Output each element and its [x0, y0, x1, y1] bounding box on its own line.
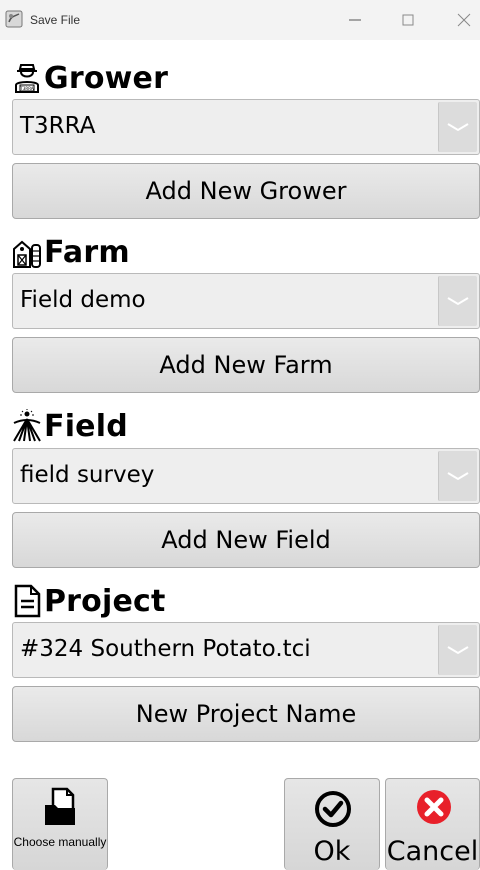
farm-select-value: Field demo	[20, 287, 146, 313]
chevron-down-icon	[447, 472, 469, 481]
ok-button[interactable]: Ok	[284, 778, 380, 870]
chevron-down-icon	[447, 123, 469, 132]
close-circle-icon	[417, 790, 451, 824]
field-select[interactable]: field survey	[12, 448, 480, 504]
window-title: Save File	[30, 13, 81, 27]
barn-silo-icon	[13, 240, 41, 268]
chevron-down-icon	[447, 646, 469, 655]
maximize-button[interactable]	[396, 9, 420, 31]
project-select-value: #324 Southern Potato.tci	[20, 636, 311, 662]
cancel-button[interactable]: Cancel	[385, 778, 480, 870]
add-grower-button[interactable]: Add New Grower	[12, 163, 480, 219]
grower-label: Grower	[44, 60, 169, 96]
cancel-label: Cancel	[386, 836, 479, 867]
grower-select-value: T3RRA	[20, 113, 96, 139]
folder-file-icon	[45, 787, 75, 825]
project-select[interactable]: #324 Southern Potato.tci	[12, 622, 480, 678]
document-icon	[14, 584, 41, 618]
farm-dropdown-button[interactable]	[438, 276, 477, 326]
farm-select[interactable]: Field demo	[12, 273, 480, 329]
project-label: Project	[44, 583, 166, 619]
farm-label: Farm	[44, 234, 130, 270]
minimize-button[interactable]	[343, 9, 367, 31]
maximize-icon	[402, 14, 414, 26]
app-icon	[5, 10, 23, 28]
grower-select[interactable]: T3RRA	[12, 99, 480, 155]
field-select-value: field survey	[20, 462, 155, 488]
new-project-name-button[interactable]: New Project Name	[12, 686, 480, 742]
add-farm-button[interactable]: Add New Farm	[12, 337, 480, 393]
choose-manually-label: Choose manually	[13, 835, 107, 849]
choose-manually-button[interactable]: Choose manually	[12, 778, 108, 870]
add-field-button[interactable]: Add New Field	[12, 512, 480, 568]
field-heading: Field	[12, 406, 128, 446]
farm-heading: Farm	[12, 232, 130, 272]
grower-heading: T3RRA Grower	[12, 58, 168, 98]
minimize-icon	[349, 19, 361, 21]
check-circle-icon	[315, 791, 351, 827]
project-heading: Project	[12, 581, 166, 621]
chevron-down-icon	[447, 297, 469, 306]
grower-dropdown-button[interactable]	[438, 102, 477, 152]
close-icon	[457, 13, 471, 27]
ok-label: Ok	[313, 836, 351, 867]
field-label: Field	[44, 408, 128, 444]
svg-text:T3RRA: T3RRA	[19, 86, 33, 91]
title-bar: Save File	[0, 0, 480, 40]
close-button[interactable]	[452, 9, 476, 31]
project-dropdown-button[interactable]	[438, 625, 477, 675]
field-dropdown-button[interactable]	[438, 451, 477, 501]
field-rows-icon	[13, 409, 41, 442]
farmer-icon: T3RRA	[15, 64, 39, 93]
